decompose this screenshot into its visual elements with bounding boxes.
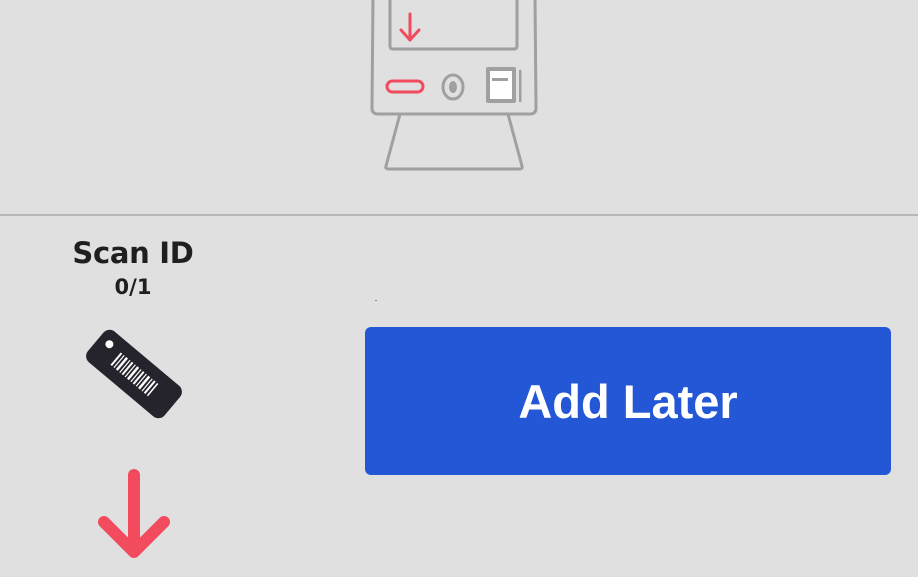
arrow-down-icon [98, 469, 170, 558]
screen-speck [375, 300, 377, 301]
scan-id-screen: Scan ID 0/1 Add Later [0, 0, 918, 577]
scan-id-panel: Scan ID 0/1 [40, 232, 226, 300]
barcode-tag-icon [86, 329, 182, 419]
scan-count: 0/1 [114, 275, 152, 299]
add-later-button[interactable]: Add Later [365, 327, 891, 475]
scan-id-title: Scan ID [72, 236, 194, 270]
kiosk-icon [370, 0, 538, 171]
section-divider [0, 214, 918, 216]
